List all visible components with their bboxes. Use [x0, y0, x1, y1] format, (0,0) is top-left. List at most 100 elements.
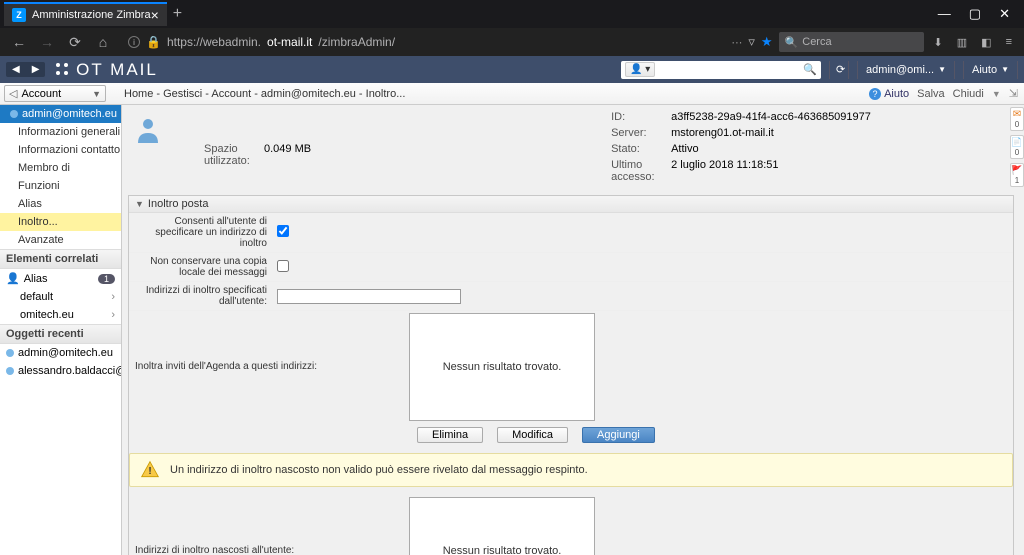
- sidebar-recent-item[interactable]: alessandro.baldacci@o... ›: [0, 362, 121, 380]
- reader-icon[interactable]: ⋯: [731, 36, 742, 49]
- library-icon[interactable]: ▥: [957, 36, 967, 49]
- hidden-listbox[interactable]: Nessun risultato trovato.: [409, 497, 595, 555]
- pocket-icon[interactable]: ▿: [748, 34, 755, 50]
- chevron-right-icon: ›: [111, 291, 115, 303]
- svg-text:!: !: [148, 466, 151, 477]
- add-button[interactable]: Aggiungi: [582, 427, 655, 443]
- app-header: ◀ ▶ OT MAIL 👤 ▾ 🔍 ⟳ admin@omi... ▼ Aiuto…: [0, 56, 1024, 83]
- sidebar-item-contact[interactable]: Informazioni contatto: [0, 141, 121, 159]
- help-menu[interactable]: Aiuto ▼: [963, 61, 1018, 79]
- no-local-copy-label: Non conservare una copia locale dei mess…: [129, 253, 273, 281]
- alias-icon: 👤: [6, 272, 20, 285]
- allow-forward-checkbox[interactable]: [277, 225, 289, 237]
- history-nav: ◀ ▶: [6, 62, 45, 77]
- save-button[interactable]: Salva: [917, 88, 945, 100]
- sidebar-item-features[interactable]: Funzioni: [0, 177, 121, 195]
- sidebar-related-default[interactable]: default ›: [0, 288, 121, 306]
- alias-count-badge: 1: [98, 274, 115, 284]
- url-suffix: /zimbraAdmin/: [318, 35, 395, 49]
- help-link[interactable]: ?Aiuto: [869, 88, 909, 100]
- sidebar-related-header: Elementi correlati: [0, 249, 121, 269]
- chevron-right-icon: ›: [111, 309, 115, 321]
- sidebar-item-advanced[interactable]: Avanzate: [0, 231, 121, 249]
- user-status-icon: [10, 110, 18, 118]
- mail-badge[interactable]: 0: [1010, 107, 1024, 131]
- url-field[interactable]: i 🔒 https://webadmin.ot-mail.it/zimbraAd…: [120, 33, 725, 51]
- browser-tab[interactable]: Z Amministrazione Zimbra ×: [4, 2, 167, 26]
- browser-search[interactable]: 🔍 Cerca: [779, 32, 924, 52]
- history-forward[interactable]: ▶: [26, 62, 46, 77]
- close-window-icon[interactable]: ✕: [999, 6, 1010, 22]
- expand-icon[interactable]: ⇲: [1009, 87, 1018, 100]
- maximize-icon[interactable]: ▢: [969, 6, 981, 22]
- flag-badge[interactable]: 1: [1010, 163, 1024, 187]
- selector-label: Account: [21, 88, 61, 100]
- tab-close-icon[interactable]: ×: [151, 7, 159, 23]
- minimize-icon[interactable]: —: [938, 6, 951, 22]
- doc-badge[interactable]: 0: [1010, 135, 1024, 159]
- info-icon[interactable]: i: [128, 36, 140, 48]
- sidebar-recent-header: Oggetti recenti: [0, 324, 121, 344]
- downloads-icon[interactable]: ⬇: [934, 36, 943, 49]
- window-controls: — ▢ ✕: [938, 6, 1020, 22]
- user-menu[interactable]: admin@omi... ▼: [857, 61, 955, 79]
- search-icon[interactable]: 🔍: [803, 63, 817, 76]
- menu-icon[interactable]: ≡: [1006, 36, 1012, 49]
- close-chevron-icon[interactable]: ▼: [992, 89, 1001, 99]
- tab-title: Amministrazione Zimbra: [32, 9, 151, 21]
- sidebar-item-forwarding[interactable]: Inoltro...: [0, 213, 121, 231]
- id-label: ID:: [611, 111, 671, 123]
- bookmark-star-icon[interactable]: ★: [761, 34, 773, 50]
- forwarding-section: ▼ Inoltro posta Consenti all'utente di s…: [128, 195, 1014, 555]
- delete-button[interactable]: Elimina: [417, 427, 483, 443]
- access-label: Ultimo accesso:: [611, 159, 671, 183]
- refresh-button[interactable]: ⟳: [829, 61, 849, 79]
- search-icon: 🔍: [785, 36, 799, 49]
- agenda-listbox[interactable]: Nessun risultato trovato.: [409, 313, 595, 421]
- history-back[interactable]: ◀: [6, 62, 26, 77]
- sidebar: admin@omitech.eu Informazioni generali I…: [0, 105, 122, 555]
- sidebar-item-alias[interactable]: Alias: [0, 195, 121, 213]
- selector-back-icon: ◁: [9, 87, 17, 100]
- back-button[interactable]: ←: [8, 31, 30, 53]
- account-selector[interactable]: ◁ Account ▼: [4, 85, 106, 102]
- reload-button[interactable]: ⟳: [64, 31, 86, 53]
- brand-logo: OT MAIL: [55, 60, 157, 80]
- edit-button[interactable]: Modifica: [497, 427, 568, 443]
- app-search[interactable]: 👤 ▾ 🔍: [621, 61, 821, 79]
- space-value: 0.049 MB: [264, 143, 311, 167]
- account-avatar-icon: [132, 115, 164, 147]
- sidebar-item-memberof[interactable]: Membro di: [0, 159, 121, 177]
- sidebar-related-alias[interactable]: 👤 Alias 1: [0, 269, 121, 288]
- user-icon: [6, 349, 14, 357]
- lock-icon: 🔒: [146, 35, 161, 49]
- forward-button: →: [36, 31, 58, 53]
- sidebar-icon[interactable]: ◧: [981, 36, 991, 49]
- sidebar-item-general[interactable]: Informazioni generali: [0, 123, 121, 141]
- warning-icon: !: [140, 460, 160, 480]
- no-local-copy-checkbox[interactable]: [277, 260, 289, 272]
- server-label: Server:: [611, 127, 671, 139]
- warning-text: Un indirizzo di inoltro nascosto non val…: [170, 464, 588, 476]
- new-tab-button[interactable]: +: [173, 5, 182, 23]
- sidebar-recent-item[interactable]: admin@omitech.eu: [0, 344, 121, 362]
- url-prefix: https://webadmin.: [167, 35, 261, 49]
- sub-nav: ◁ Account ▼ Home - Gestisci - Account - …: [0, 83, 1024, 105]
- sidebar-related-domain[interactable]: omitech.eu ›: [0, 306, 121, 324]
- space-label: Spazio utilizzato:: [204, 143, 264, 167]
- sidebar-account-header[interactable]: admin@omitech.eu: [0, 105, 121, 123]
- search-placeholder: Cerca: [802, 36, 831, 48]
- section-header[interactable]: ▼ Inoltro posta: [129, 196, 1013, 213]
- user-icon: [6, 367, 14, 375]
- edge-badges: 0 0 1: [1010, 105, 1024, 187]
- allow-forward-label: Consenti all'utente di specificare un in…: [129, 213, 273, 252]
- search-type-selector[interactable]: 👤 ▾: [625, 62, 655, 77]
- browser-tab-bar: Z Amministrazione Zimbra × + — ▢ ✕: [0, 0, 1024, 28]
- user-addresses-label: Indirizzi di inoltro specificati dall'ut…: [129, 282, 273, 310]
- collapse-icon: ▼: [135, 199, 144, 209]
- close-button[interactable]: Chiudi: [953, 88, 984, 100]
- home-button[interactable]: ⌂: [92, 31, 114, 53]
- user-address-input[interactable]: [277, 289, 461, 304]
- agenda-forward-label: Inoltra inviti dell'Agenda a questi indi…: [129, 311, 409, 423]
- warning-banner: ! Un indirizzo di inoltro nascosto non v…: [129, 453, 1013, 487]
